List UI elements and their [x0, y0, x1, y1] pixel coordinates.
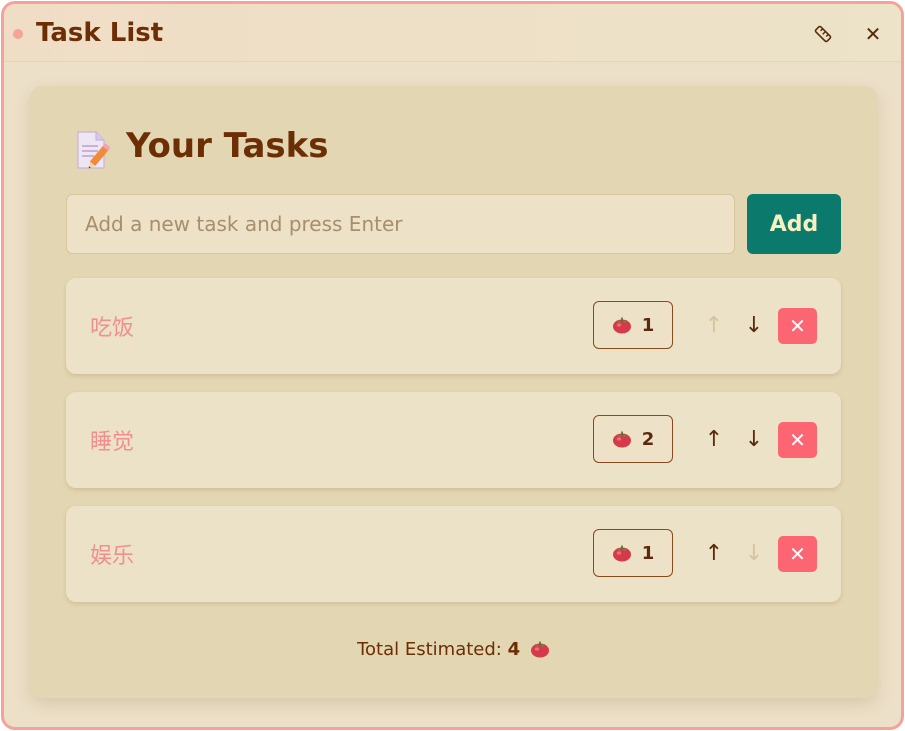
pomodoro-count: 1 [641, 314, 655, 336]
task-item: 吃饭 1 ↑ ↓ ✕ [66, 278, 841, 374]
tomato-icon [612, 544, 632, 562]
task-name[interactable]: 吃饭 [90, 310, 134, 342]
tomato-icon [612, 430, 632, 448]
title-bar: Task List ✕ [4, 4, 901, 62]
task-item: 睡觉 2 ↑ ↓ ✕ [66, 392, 841, 488]
close-icon[interactable]: ✕ [860, 21, 886, 47]
pomodoro-count: 2 [641, 428, 655, 450]
pomodoro-count: 1 [641, 542, 655, 564]
total-estimated: Total Estimated: 4 [30, 639, 877, 660]
total-label: Total Estimated: [357, 639, 502, 660]
move-down-button[interactable]: ↓ [742, 308, 766, 342]
move-up-button: ↑ [704, 312, 724, 338]
move-up-button[interactable]: ↑ [702, 536, 726, 570]
add-task-button[interactable]: Add [747, 194, 841, 254]
task-name[interactable]: 睡觉 [90, 424, 134, 456]
pomodoro-estimate[interactable]: 1 [593, 529, 673, 577]
delete-task-button[interactable]: ✕ [778, 422, 817, 458]
delete-task-button[interactable]: ✕ [778, 308, 817, 344]
move-down-button[interactable]: ↓ [742, 422, 766, 456]
move-up-button[interactable]: ↑ [702, 422, 726, 456]
delete-task-button[interactable]: ✕ [778, 536, 817, 572]
total-value: 4 [507, 639, 521, 660]
pomodoro-estimate[interactable]: 1 [593, 301, 673, 349]
task-item: 娱乐 1 ↑ ↓ ✕ [66, 506, 841, 602]
window-title: Task List [36, 18, 164, 48]
new-task-input[interactable] [66, 194, 735, 254]
page-title: Your Tasks [126, 126, 329, 166]
pomodoro-estimate[interactable]: 2 [593, 415, 673, 463]
tomato-icon [612, 316, 632, 334]
tomato-icon [530, 640, 550, 658]
task-name[interactable]: 娱乐 [90, 538, 134, 570]
task-list-window: Task List ✕ Your Tasks Add a new task an… [1, 1, 904, 730]
ruler-icon[interactable] [810, 21, 836, 47]
tasks-card: Your Tasks Add 吃饭 1 ↑ ↓ ✕ 睡觉 2 ↑ ↓ ✕ 娱乐 [30, 86, 877, 698]
memo-icon [74, 130, 111, 170]
move-down-button: ↓ [744, 540, 764, 566]
window-status-dot [13, 29, 23, 39]
